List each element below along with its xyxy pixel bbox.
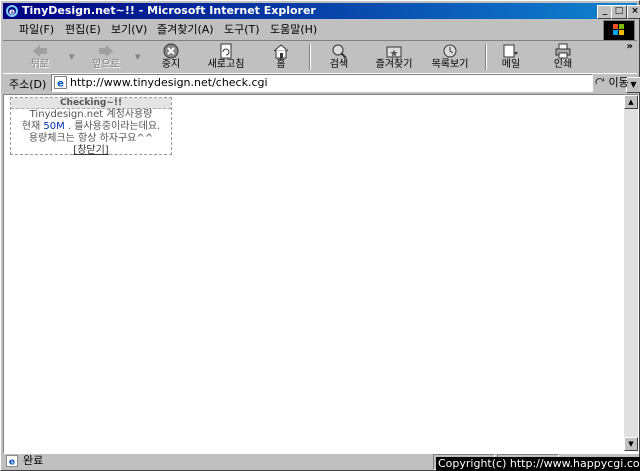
forward-button[interactable]: 앞으로: [83, 42, 129, 72]
menu-file[interactable]: 파일(F): [15, 22, 58, 37]
page-content: Checking~!! Tinydesign.net 계정사용량 현재 50M …: [3, 94, 639, 454]
toolbar-separator: [485, 44, 487, 70]
toolbar: 뒤로 ▼ 앞으로 ▼ 중지 새로고침 홈 검색 즐겨찾기 목록보기 메일 인쇄 …: [3, 40, 637, 74]
home-icon: [273, 44, 289, 59]
address-input[interactable]: e http://www.tinydesign.net/check.cgi ▼: [51, 74, 640, 93]
toolbar-separator: [309, 44, 311, 70]
go-label: 이동: [608, 76, 629, 89]
svg-text:e: e: [9, 8, 15, 18]
window-title: TinyDesign.net~!! - Microsoft Internet E…: [22, 4, 316, 17]
history-icon: [443, 44, 457, 58]
ie-logo-icon: e: [6, 5, 18, 18]
refresh-icon: [220, 43, 232, 59]
printer-icon: [555, 43, 571, 59]
windows-logo-icon: [603, 20, 635, 41]
menu-help[interactable]: 도움말(H): [266, 22, 321, 37]
title-bar[interactable]: e TinyDesign.net~!! - Microsoft Internet…: [3, 3, 640, 19]
browser-window: e TinyDesign.net~!! - Microsoft Internet…: [0, 0, 640, 471]
popup-line-2: 현재 50M . 를사용중이라는데요.: [21, 121, 161, 132]
refresh-button[interactable]: 새로고침: [201, 42, 251, 72]
svg-text:e: e: [57, 79, 64, 90]
go-button[interactable]: 이동: [595, 74, 635, 91]
popup-line-3: 용량체크는 항상 하자구요^^: [28, 133, 154, 144]
address-url: http://www.tinydesign.net/check.cgi: [70, 76, 268, 89]
go-arrow-icon: [595, 77, 605, 84]
check-popup: Checking~!! Tinydesign.net 계정사용량 현재 50M …: [10, 97, 172, 157]
favorites-folder-icon: [386, 46, 402, 58]
toolbar-chevron-icon[interactable]: »: [627, 41, 633, 52]
address-bar: 주소(D) e http://www.tinydesign.net/check.…: [3, 73, 640, 93]
stop-button[interactable]: 중지: [151, 42, 191, 72]
usage-value: 50M: [43, 121, 65, 132]
popup-header: Checking~!!: [11, 98, 171, 109]
scroll-down-button[interactable]: ▼: [624, 437, 638, 451]
favorites-button[interactable]: 즐겨찾기: [369, 42, 419, 72]
status-ie-icon: e: [6, 455, 18, 467]
back-button[interactable]: 뒤로: [17, 42, 63, 72]
scroll-up-button[interactable]: ▲: [624, 95, 638, 109]
popup-line-1: Tinydesign.net 계정사용량: [29, 109, 153, 120]
menu-tools[interactable]: 도구(T): [220, 22, 264, 37]
forward-dropdown-icon[interactable]: ▼: [135, 53, 140, 61]
close-button[interactable]: ×: [627, 5, 640, 19]
page-ie-icon: e: [54, 76, 67, 89]
menu-favorites[interactable]: 즐겨찾기(A): [153, 22, 218, 37]
print-button[interactable]: 인쇄: [543, 42, 583, 72]
history-button[interactable]: 목록보기: [425, 42, 475, 72]
forward-arrow-icon: [99, 45, 113, 57]
search-button[interactable]: 검색: [319, 42, 359, 72]
mail-icon: [503, 44, 518, 58]
search-icon: [332, 44, 347, 59]
address-label: 주소(D): [9, 78, 47, 91]
copyright-banner: Copyright(c) http://www.happycgi.com: [436, 457, 640, 471]
mail-button[interactable]: 메일: [491, 42, 531, 72]
back-arrow-icon: [33, 45, 47, 57]
vertical-scrollbar[interactable]: ▲ ▼: [624, 95, 638, 451]
close-window-link[interactable]: [창닫기]: [11, 145, 171, 157]
maximize-button[interactable]: □: [611, 5, 627, 19]
menu-view[interactable]: 보기(V): [107, 22, 151, 37]
stop-icon: [163, 43, 179, 59]
svg-text:e: e: [9, 457, 15, 467]
menu-edit[interactable]: 편집(E): [61, 22, 105, 37]
menu-bar: 파일(F) 편집(E) 보기(V) 즐겨찾기(A) 도구(T) 도움말(H): [3, 20, 637, 41]
home-button[interactable]: 홈: [261, 42, 301, 72]
back-dropdown-icon[interactable]: ▼: [69, 53, 74, 61]
status-text: 완료: [23, 454, 44, 467]
